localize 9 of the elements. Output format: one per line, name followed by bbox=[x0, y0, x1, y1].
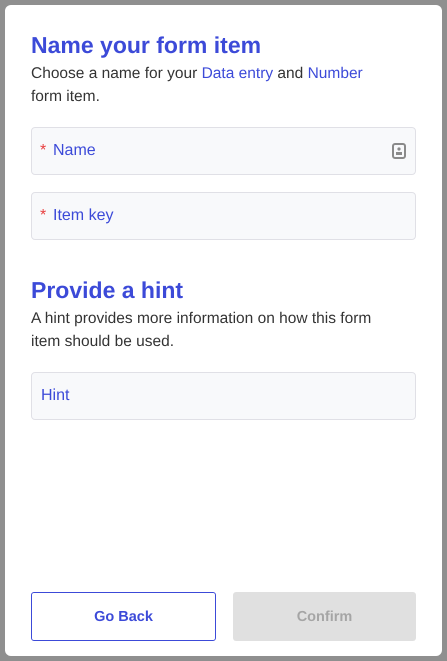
section-description: A hint provides more information on how this form item should be used. bbox=[31, 309, 372, 352]
required-asterisk: * bbox=[40, 142, 46, 160]
contact-card-icon[interactable] bbox=[392, 143, 406, 159]
section-heading: Provide a hint bbox=[31, 276, 184, 305]
input-field[interactable]: Hint bbox=[31, 372, 416, 420]
section-description: Choose a name for your Data entry and Number form item. bbox=[31, 64, 364, 107]
section-heading: Name your form item bbox=[31, 31, 262, 60]
required-asterisk: * bbox=[40, 207, 46, 225]
back-button[interactable]: Go Back bbox=[31, 592, 216, 641]
